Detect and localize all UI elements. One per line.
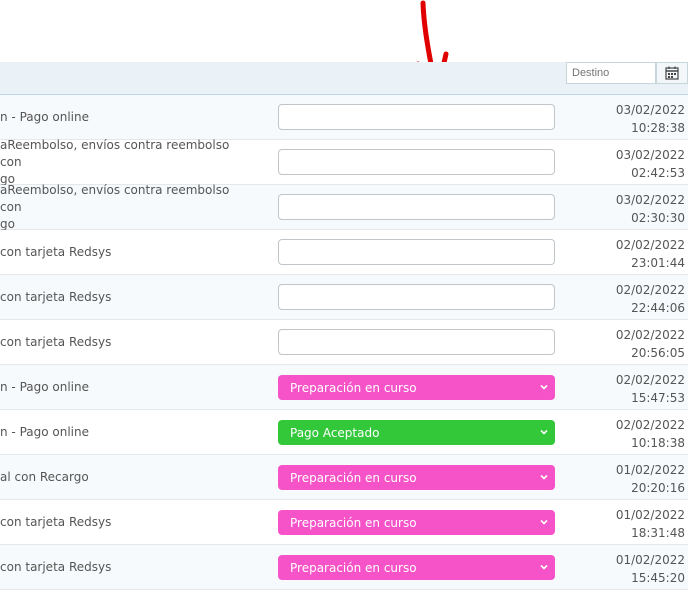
table-row[interactable]: n - Pago online Preparación en curso 02/02… [0,365,688,410]
order-date-cell: 01/02/2022 20:20:16 [616,461,685,497]
order-date: 02/02/2022 [615,328,685,342]
order-date: 01/02/2022 [615,553,685,567]
payment-method-cell: aReembolso, envíos contra reembolso con … [0,182,230,231]
table-row[interactable]: aReembolso, envíos contra reembolso con … [0,182,688,231]
table-row[interactable]: con tarjeta Redsys Preparación en curso 01… [0,500,688,545]
payment-method-cell: n - Pago online [0,379,89,394]
order-status-select[interactable]: Pago Aceptado [278,420,555,445]
order-time: 18:31:48 [631,526,685,540]
payment-method-cell: con tarjeta Redsys [0,244,112,259]
order-status-select[interactable]: Preparación en curso [278,375,555,400]
order-date-cell: 03/02/2022 02:30:30 [616,191,685,227]
order-date: 02/02/2022 [615,418,685,432]
payment-method-cell: n - Pago online [0,109,89,124]
filter-bar [0,62,688,95]
payment-method-cell: con tarjeta Redsys [0,514,112,529]
order-status-label: Preparación en curso [290,470,417,485]
order-time: 20:20:16 [631,481,685,495]
payment-method-cell: con tarjeta Redsys [0,334,112,349]
order-date-cell: 01/02/2022 18:31:48 [616,506,685,542]
order-date-cell: 03/02/2022 10:28:38 [616,101,685,137]
order-date: 01/02/2022 [615,463,685,477]
calendar-button[interactable] [656,62,688,84]
order-status-select[interactable]: Preparación en curso [278,555,555,580]
order-time: 22:44:06 [631,301,685,315]
order-date-cell: 02/02/2022 15:47:53 [616,371,685,407]
order-date: 03/02/2022 [615,103,685,117]
payment-method-cell: con tarjeta Redsys [0,559,112,574]
order-status-empty-select[interactable] [278,239,555,265]
chevron-down-icon [540,519,548,525]
order-status-empty-select[interactable] [278,284,555,310]
table-row[interactable]: con tarjeta Redsys Preparación en curso 01… [0,545,688,590]
chevron-down-icon [540,384,548,390]
order-status-label: Preparación en curso [290,560,417,575]
order-status-label: Pago Aceptado [290,425,380,440]
order-time: 23:01:44 [631,256,685,270]
payment-method-cell: con tarjeta Redsys [0,289,112,304]
table-row[interactable]: n - Pago online 03/02/2022 10:28:38 [0,95,688,140]
order-status-label: Preparación en curso [290,515,417,530]
order-time: 15:47:53 [631,391,685,405]
calendar-icon [665,66,679,80]
table-row[interactable]: aReembolso, envíos contra reembolso con … [0,137,688,186]
order-time: 15:45:20 [631,571,685,585]
order-time: 20:56:05 [631,346,685,360]
order-status-select[interactable]: Preparación en curso [278,510,555,535]
order-date: 02/02/2022 [615,373,685,387]
chevron-down-icon [540,474,548,480]
payment-method-cell: al con Recargo [0,469,89,484]
order-date: 02/02/2022 [615,238,685,252]
payment-method-cell: aReembolso, envíos contra reembolso con … [0,137,230,186]
order-status-empty-select[interactable] [278,194,555,220]
order-status-empty-select[interactable] [278,104,555,130]
order-status-label: Preparación en curso [290,380,417,395]
order-date: 02/02/2022 [615,283,685,297]
destino-filter-input[interactable] [566,62,656,84]
order-time: 10:28:38 [631,121,685,135]
order-date-cell: 02/02/2022 10:18:38 [616,416,685,452]
payment-method-cell: n - Pago online [0,424,89,439]
order-date: 01/02/2022 [615,508,685,522]
order-time: 10:18:38 [631,436,685,450]
order-status-empty-select[interactable] [278,329,555,355]
order-status-select[interactable]: Preparación en curso [278,465,555,490]
order-date-cell: 03/02/2022 02:42:53 [616,146,685,182]
order-date-cell: 02/02/2022 22:44:06 [616,281,685,317]
order-date-cell: 01/02/2022 15:45:20 [616,551,685,587]
table-row[interactable]: con tarjeta Redsys 02/02/2022 22:44:06 [0,275,688,320]
order-time: 02:42:53 [631,166,685,180]
order-date-cell: 02/02/2022 23:01:44 [616,236,685,272]
order-time: 02:30:30 [631,211,685,225]
chevron-down-icon [540,564,548,570]
table-row[interactable]: n - Pago online Pago Aceptado 02/02/2022 10… [0,410,688,455]
order-date-cell: 02/02/2022 20:56:05 [616,326,685,362]
table-row[interactable]: con tarjeta Redsys 02/02/2022 23:01:44 [0,230,688,275]
chevron-down-icon [540,429,548,435]
table-row[interactable]: al con Recargo Preparación en curso 01/02/… [0,455,688,500]
top-blank-area [0,0,688,62]
order-status-empty-select[interactable] [278,149,555,175]
order-date: 03/02/2022 [615,148,685,162]
table-row[interactable]: con tarjeta Redsys 02/02/2022 20:56:05 [0,320,688,365]
orders-table-body: n - Pago online 03/02/2022 10:28:38 aReembo… [0,95,688,590]
order-date: 03/02/2022 [615,193,685,207]
